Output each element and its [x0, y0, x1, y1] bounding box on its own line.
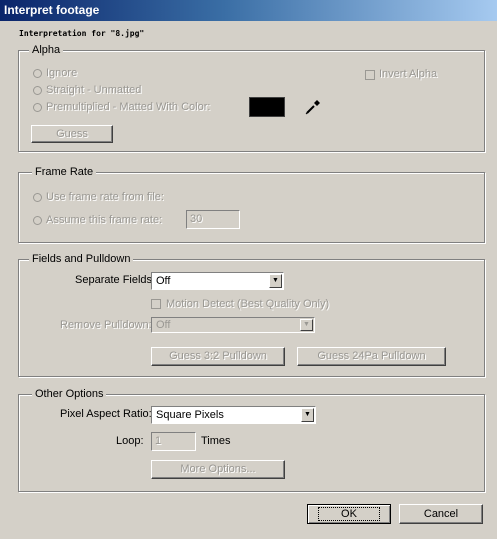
frame-rate-field[interactable]: 30: [186, 210, 240, 229]
fields-legend: Fields and Pulldown: [29, 253, 134, 265]
guess-32-pulldown-button[interactable]: Guess 3:2 Pulldown: [151, 347, 285, 366]
cancel-button[interactable]: Cancel: [399, 504, 483, 524]
times-label: Times: [201, 435, 231, 447]
frame-rate-legend: Frame Rate: [32, 166, 97, 178]
ok-label: OK: [318, 507, 380, 521]
separate-fields-value: Off: [156, 275, 171, 287]
chevron-down-icon[interactable]: ▼: [269, 274, 282, 288]
use-file-rate-radio[interactable]: [33, 193, 42, 202]
invert-alpha-checkbox[interactable]: [365, 70, 375, 80]
separate-fields-label: Separate Fields:: [75, 274, 156, 286]
premultiplied-radio[interactable]: [33, 103, 42, 112]
alpha-legend: Alpha: [29, 44, 64, 56]
ok-button[interactable]: OK: [307, 504, 391, 524]
window-title: Interpret footage: [4, 3, 100, 17]
remove-pulldown-select[interactable]: Off ▼: [151, 317, 315, 333]
motion-detect-checkbox[interactable]: [151, 299, 161, 309]
interpretation-label: Interpretation for "8.jpg": [19, 29, 145, 38]
pixel-aspect-label: Pixel Aspect Ratio:: [60, 408, 152, 420]
interpret-footage-dialog: Interpret footage Interpretation for "8.…: [0, 0, 497, 539]
assume-rate-radio[interactable]: [33, 216, 42, 225]
remove-pulldown-value: Off: [156, 319, 171, 331]
frame-rate-group: [18, 172, 485, 243]
motion-detect-label: Motion Detect (Best Quality Only): [166, 298, 330, 310]
pixel-aspect-select[interactable]: Square Pixels ▼: [151, 406, 316, 424]
loop-field[interactable]: 1: [151, 432, 196, 451]
straight-label: Straight - Unmatted: [46, 84, 142, 96]
ignore-radio[interactable]: [33, 69, 42, 78]
guess-24pa-pulldown-button[interactable]: Guess 24Pa Pulldown: [297, 347, 446, 366]
other-options-legend: Other Options: [32, 388, 107, 400]
matte-color-swatch[interactable]: [249, 97, 285, 117]
chevron-down-icon[interactable]: ▼: [301, 408, 314, 422]
straight-radio[interactable]: [33, 86, 42, 95]
ignore-label: Ignore: [46, 67, 78, 79]
remove-pulldown-label: Remove Pulldown:: [60, 319, 152, 331]
use-file-rate-label: Use frame rate from file:: [46, 191, 164, 203]
premultiplied-label: Premultiplied - Matted With Color:: [46, 101, 211, 113]
guess-button[interactable]: Guess: [31, 125, 113, 143]
pixel-aspect-value: Square Pixels: [156, 409, 224, 421]
more-options-button[interactable]: More Options...: [151, 460, 285, 479]
eyedropper-icon[interactable]: [303, 97, 323, 117]
chevron-down-icon[interactable]: ▼: [300, 319, 313, 331]
assume-rate-label: Assume this frame rate:: [46, 214, 163, 226]
title-bar: Interpret footage: [0, 0, 497, 21]
invert-alpha-label: Invert Alpha: [379, 68, 438, 80]
loop-label: Loop:: [116, 435, 144, 447]
separate-fields-select[interactable]: Off ▼: [151, 272, 284, 290]
